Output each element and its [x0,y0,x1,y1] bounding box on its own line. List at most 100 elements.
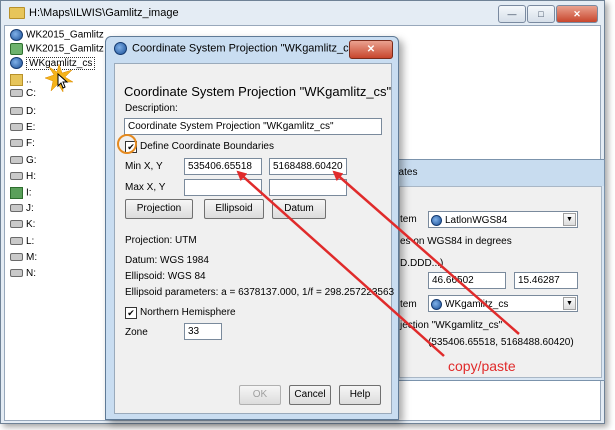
projection-button[interactable]: Projection [125,199,193,219]
tree-item-label: K: [26,219,36,230]
drive-icon [10,123,23,132]
tree-item[interactable]: I: [10,187,32,200]
tree-item-label: E: [26,122,36,133]
mouse-cursor-icon [57,73,69,89]
globe-icon [10,57,23,69]
drive-icon [10,269,23,278]
tree-item-label: H: [26,171,36,182]
format-text: D.DDD...) [400,258,444,269]
target-description: jection "WKgamlitz_cs" [400,320,503,331]
ellipsoid-info: Ellipsoid: WGS 84 [125,271,206,282]
dialog-heading: Coordinate System Projection "WKgamlitz_… [124,84,392,99]
window-controls: — □ ✕ [498,5,598,23]
globe-icon [10,29,23,41]
drive-icon [10,107,23,116]
tree-item-label: J: [26,203,34,214]
close-button[interactable]: ✕ [349,40,393,59]
close-button[interactable]: ✕ [556,5,598,23]
tree-item[interactable]: C: [10,88,36,101]
dialog-body: Coordinate System Projection "WKgamlitz_… [114,63,395,414]
coordinate-system-dialog: Coordinate System Projection "WKgamlitz_… [105,36,399,420]
tree-item-label: F: [26,138,35,149]
northern-hemisphere-checkbox[interactable]: ✔ [125,307,137,319]
description-label: Description: [125,103,178,114]
minimize-button[interactable]: — [498,5,526,23]
min-y-input[interactable]: 5168488.60420 [269,158,347,175]
tree-item[interactable]: J: [10,203,34,216]
help-button[interactable]: Help [339,385,381,405]
drive-icon [10,89,23,98]
tree-item-label: D: [26,106,36,117]
globe-icon [114,42,127,55]
target-system-select[interactable]: WKgamlitz_cs ▼ [428,295,578,312]
longitude-input[interactable]: 15.46287 [514,272,578,289]
ellipsoid-parameters: Ellipsoid parameters: a = 6378137.000, 1… [125,287,395,298]
tree-item-label: G: [26,155,37,166]
drive-icon [10,204,23,213]
tree-item[interactable]: D: [10,106,36,119]
cancel-button[interactable]: Cancel [289,385,331,405]
define-boundaries-label: Define Coordinate Boundaries [140,141,274,152]
tree-item[interactable]: WK2015_Gamlitz [10,43,104,56]
checkbox-highlight-circle [117,134,137,154]
tree-item-label: N: [26,268,36,279]
drive-icon [10,172,23,181]
coord-system-label: tem [400,214,417,225]
tree-item[interactable]: N: [10,268,36,281]
dialog-titlebar: Coordinate System Projection "WKgamlitz_… [114,42,358,55]
max-y-input[interactable] [269,179,347,196]
drive-icon [10,253,23,262]
zone-input[interactable]: 33 [184,323,222,340]
min-x-input[interactable]: 535406.65518 [184,158,262,175]
tree-item-label: M: [26,252,38,263]
tree-item-label: WK2015_Gamlitz [26,43,104,55]
min-xy-label: Min X, Y [125,161,163,172]
tree-item[interactable]: L: [10,236,34,249]
drive-icon [10,237,23,246]
ok-button[interactable]: OK [239,385,281,405]
tree-item[interactable]: E: [10,122,35,135]
drive-icon [10,139,23,148]
chevron-down-icon[interactable]: ▼ [563,213,576,226]
drive-icon [10,220,23,229]
drive-icon [10,156,23,165]
tree-item[interactable]: G: [10,155,37,168]
tree-item-label: .. [26,74,32,86]
tree-item-label: WK2015_Gamlitz [26,29,104,41]
datum-button[interactable]: Datum [272,199,326,219]
tree-item[interactable]: WK2015_Gamlitz [10,29,104,42]
coord-system-select[interactable]: LatlonWGS84 ▼ [428,211,578,228]
description-text: es on WGS84 in degrees [400,236,512,247]
tree-item[interactable]: M: [10,252,37,265]
northern-hemisphere-label: Northern Hemisphere [140,307,236,318]
copy-paste-annotation: copy/paste [448,358,516,374]
globe-icon [431,214,442,226]
latitude-input[interactable]: 46.66502 [428,272,506,289]
zone-label: Zone [125,327,148,338]
tree-item[interactable]: .. [10,74,32,87]
window-title: H:\Maps\ILWIS\Gamlitz_image [9,7,179,20]
chevron-down-icon[interactable]: ▼ [563,297,576,310]
result-coordinates: (535406.65518, 5168488.60420) [428,337,574,348]
dialog-title: Coordinate System Projection "WKgamlitz_… [132,42,359,55]
tree-item-label: I: [26,187,32,199]
projection-info: Projection: UTM [125,235,197,246]
usb-icon [10,187,23,199]
globe-icon [431,298,442,310]
tree-item-label: C: [26,88,36,99]
maximize-button[interactable]: □ [527,5,555,23]
tree-item-label: L: [26,236,35,247]
ellipsoid-button[interactable]: Ellipsoid [204,199,264,219]
map-icon [10,43,23,55]
tree-item[interactable]: K: [10,219,35,232]
description-input[interactable]: Coordinate System Projection "WKgamlitz_… [124,118,382,135]
tree-item[interactable]: F: [10,138,35,151]
tree-item[interactable]: H: [10,171,36,184]
max-xy-label: Max X, Y [125,182,166,193]
max-x-input[interactable] [184,179,262,196]
datum-info: Datum: WGS 1984 [125,255,209,266]
target-system-label: tem [400,299,417,310]
folder-icon [10,74,23,86]
folder-icon [9,7,25,20]
transform-coordinates-dialog: nates tem LatlonWGS84 ▼ es on WGS84 in d… [390,159,605,381]
